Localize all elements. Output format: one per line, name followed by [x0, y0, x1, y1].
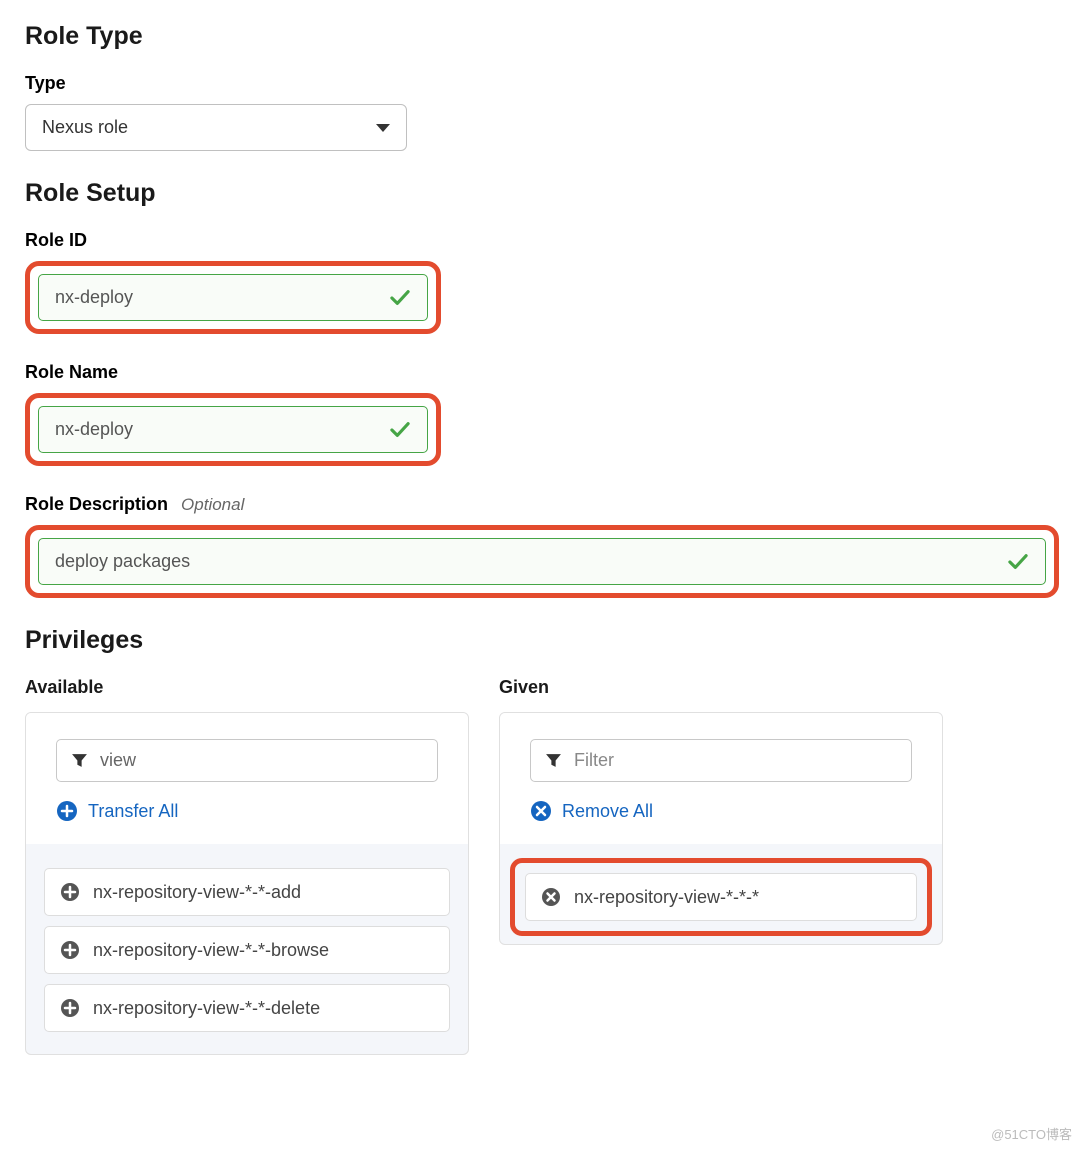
role-id-label: Role ID [25, 230, 1055, 251]
role-desc-highlight: deploy packages [25, 525, 1059, 598]
plus-circle-icon [59, 939, 81, 961]
filter-icon [71, 752, 88, 769]
transfer-all-button[interactable]: Transfer All [56, 800, 438, 822]
plus-circle-icon [59, 997, 81, 1019]
privileges-heading: Privileges [25, 626, 1055, 655]
role-name-label: Role Name [25, 362, 1055, 383]
plus-circle-icon [56, 800, 78, 822]
given-privilege-item[interactable]: nx-repository-view-*-*-* [525, 873, 917, 921]
given-filter-input[interactable]: Filter [530, 739, 912, 782]
available-privilege-item[interactable]: nx-repository-view-*-*-add [44, 868, 450, 916]
given-panel: Filter Remove All nx-repository-view-*-*… [499, 712, 943, 945]
privilege-label: nx-repository-view-*-*-* [574, 887, 759, 908]
given-column: Given Filter Remove All [499, 677, 943, 1055]
remove-all-button[interactable]: Remove All [530, 800, 912, 822]
role-desc-label: Role Description Optional [25, 494, 1055, 515]
role-id-input[interactable]: nx-deploy [38, 274, 428, 321]
given-item-highlight: nx-repository-view-*-*-* [510, 858, 932, 936]
role-setup-heading: Role Setup [25, 179, 1055, 208]
privilege-label: nx-repository-view-*-*-delete [93, 998, 320, 1019]
plus-circle-icon [59, 881, 81, 903]
role-name-highlight: nx-deploy [25, 393, 441, 466]
check-icon [389, 289, 411, 307]
type-select[interactable]: Nexus role [25, 104, 407, 151]
role-desc-value: deploy packages [55, 551, 190, 572]
role-desc-input[interactable]: deploy packages [38, 538, 1046, 585]
given-filter-placeholder: Filter [574, 750, 614, 771]
available-label: Available [25, 677, 469, 698]
optional-tag: Optional [181, 495, 244, 514]
chevron-down-icon [376, 124, 390, 132]
check-icon [389, 421, 411, 439]
available-filter-value: view [100, 750, 136, 771]
x-circle-icon [530, 800, 552, 822]
available-items: nx-repository-view-*-*-add nx-repository… [26, 844, 468, 1054]
given-label: Given [499, 677, 943, 698]
privilege-label: nx-repository-view-*-*-browse [93, 940, 329, 961]
filter-icon [545, 752, 562, 769]
privilege-label: nx-repository-view-*-*-add [93, 882, 301, 903]
available-privilege-item[interactable]: nx-repository-view-*-*-browse [44, 926, 450, 974]
x-circle-icon [540, 886, 562, 908]
role-id-value: nx-deploy [55, 287, 133, 308]
role-name-value: nx-deploy [55, 419, 133, 440]
role-id-highlight: nx-deploy [25, 261, 441, 334]
type-label: Type [25, 73, 1055, 94]
available-column: Available view Transfer All [25, 677, 469, 1055]
role-type-heading: Role Type [25, 22, 1055, 51]
watermark: @51CTO博客 [991, 1124, 1072, 1143]
available-panel: view Transfer All nx-repository-view-*-*… [25, 712, 469, 1055]
available-privilege-item[interactable]: nx-repository-view-*-*-delete [44, 984, 450, 1032]
check-icon [1007, 553, 1029, 571]
type-select-value: Nexus role [42, 117, 128, 138]
role-name-input[interactable]: nx-deploy [38, 406, 428, 453]
available-filter-input[interactable]: view [56, 739, 438, 782]
